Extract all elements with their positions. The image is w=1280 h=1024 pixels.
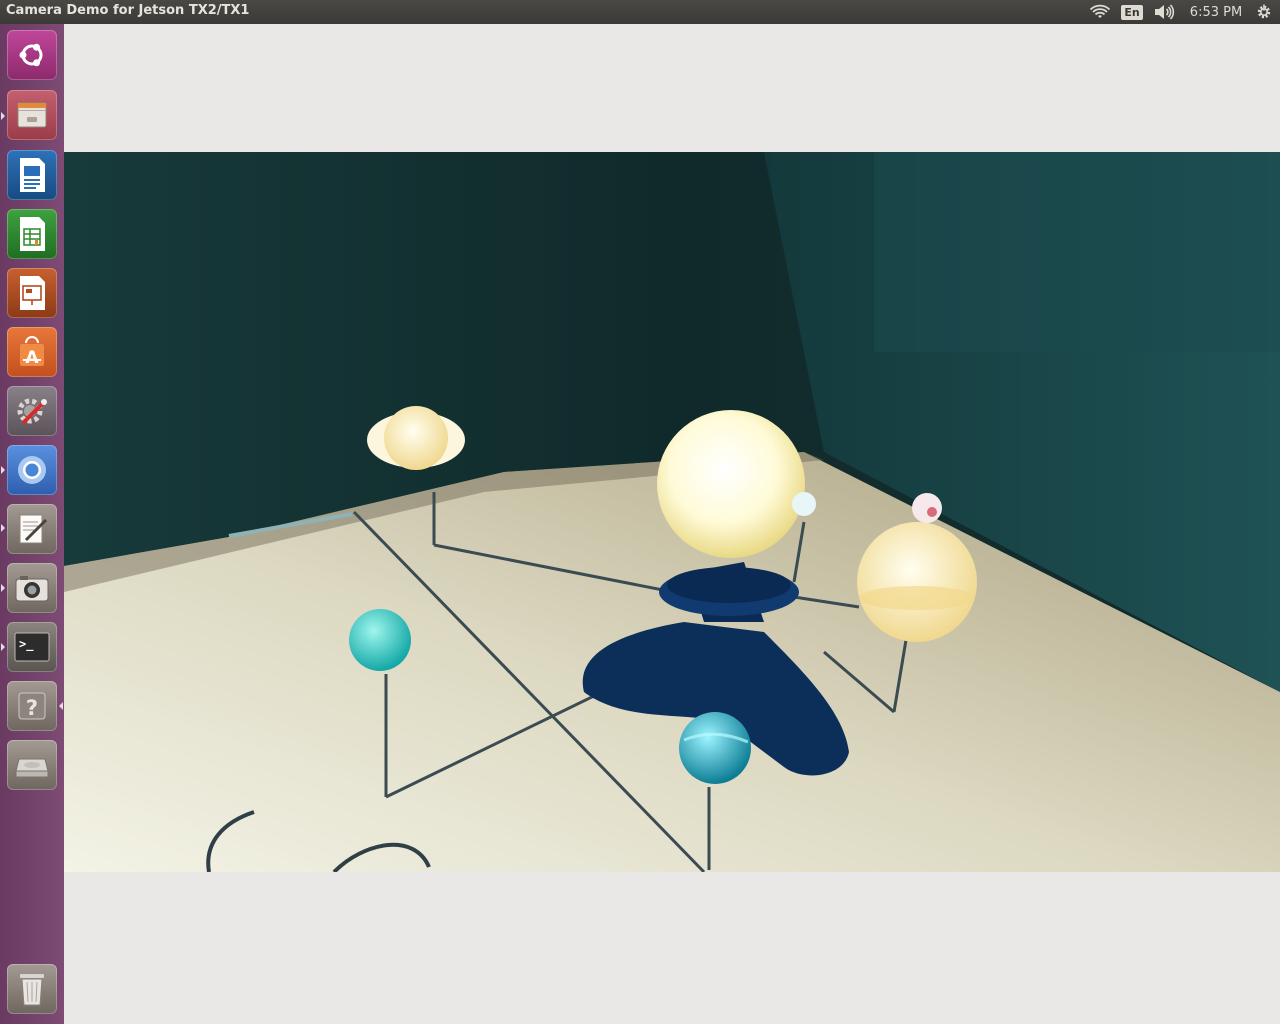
terminal-icon: >_ [14, 632, 50, 662]
libreoffice-calc-icon [20, 217, 45, 251]
libreoffice-writer-button[interactable] [7, 150, 57, 200]
session-gear-icon[interactable] [1254, 0, 1274, 24]
software-center-icon: A [20, 336, 44, 368]
clock[interactable]: 6:53 PM [1186, 0, 1246, 24]
trash-button[interactable] [7, 964, 57, 1014]
volume-icon[interactable] [1152, 0, 1176, 24]
keyboard-language-indicator[interactable]: En [1121, 0, 1143, 24]
text-editor-icon [19, 514, 48, 544]
svg-text:>_: >_ [19, 637, 34, 652]
system-settings-icon [17, 398, 47, 425]
trash-icon [20, 974, 44, 1006]
chromium-icon [18, 456, 46, 484]
launcher: A >_ ? [0, 24, 64, 1024]
camera-app-icon [15, 576, 49, 602]
libreoffice-writer-icon [20, 158, 45, 192]
help-button[interactable]: ? [7, 681, 57, 731]
svg-text:?: ? [26, 696, 38, 720]
ubuntu-dash-button[interactable] [7, 30, 57, 80]
camera-frame-image [64, 152, 1280, 872]
camera-app-button[interactable] [7, 563, 57, 613]
files-button[interactable] [7, 90, 57, 140]
libreoffice-calc-button[interactable] [7, 209, 57, 259]
ubuntu-dash-icon [19, 43, 43, 67]
system-settings-button[interactable] [7, 386, 57, 436]
libreoffice-impress-button[interactable] [7, 268, 57, 318]
help-icon: ? [18, 692, 46, 720]
chromium-button[interactable] [7, 445, 57, 495]
software-center-button[interactable]: A [7, 327, 57, 377]
window-title: Camera Demo for Jetson TX2/TX1 [6, 3, 250, 18]
camera-feed-view [64, 152, 1280, 872]
disk-drive-icon [15, 758, 49, 778]
language-label: En [1121, 4, 1143, 20]
top-panel: Camera Demo for Jetson TX2/TX1 En 6:53 P… [0, 0, 1280, 24]
disk-drive-button[interactable] [7, 740, 57, 790]
text-editor-button[interactable] [7, 504, 57, 554]
svg-text:A: A [25, 348, 39, 368]
libreoffice-impress-icon [20, 276, 45, 310]
files-icon [17, 102, 47, 128]
wifi-icon[interactable] [1088, 0, 1112, 24]
terminal-button[interactable]: >_ [7, 622, 57, 672]
